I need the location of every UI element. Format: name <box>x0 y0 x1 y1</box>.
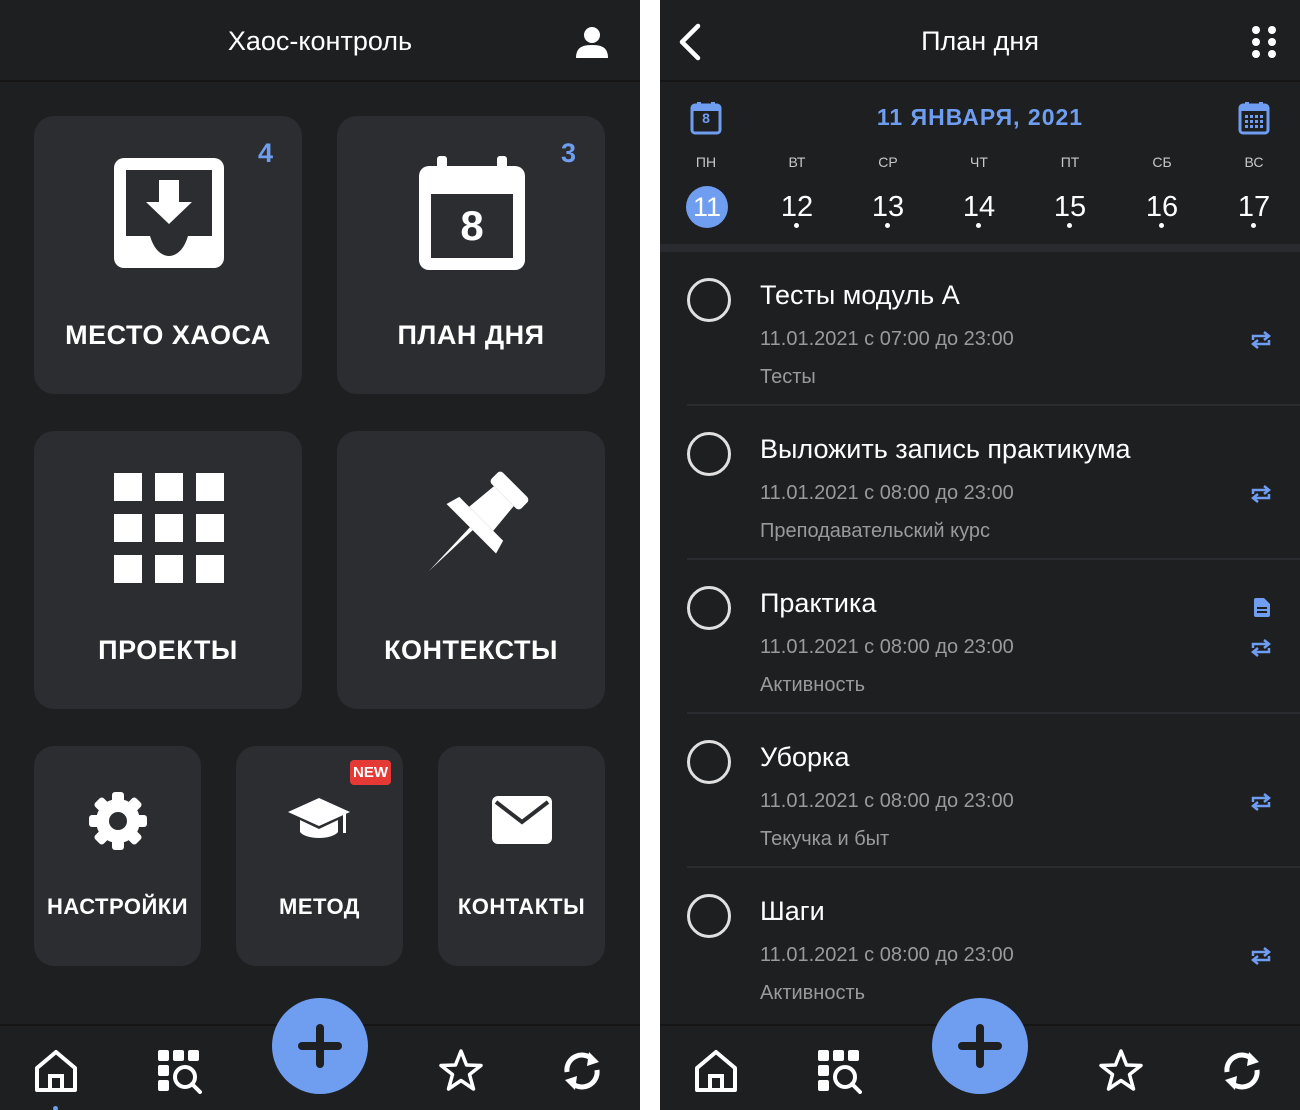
calendar-grid-icon[interactable] <box>1238 102 1270 135</box>
day-has-tasks-dot <box>1251 223 1256 228</box>
gear-icon <box>89 792 147 850</box>
task-title: Практика <box>760 588 877 618</box>
task-context: Активность <box>760 982 866 1004</box>
pin-icon <box>428 471 529 572</box>
task-item[interactable]: Уборка 11.01.2021 с 08:00 до 23:00 Текуч… <box>660 714 1300 868</box>
tile-contexts[interactable]: КОНТЕКСТЫ <box>337 431 605 709</box>
day-button[interactable]: 13 <box>858 188 918 226</box>
active-tab-indicator <box>53 1106 58 1110</box>
day-button[interactable]: 14 <box>949 188 1009 226</box>
inbox-icon <box>114 158 224 268</box>
task-context: Тесты <box>760 366 816 388</box>
tile-contexts-label: КОНТЕКСТЫ <box>384 635 558 665</box>
task-title: Шаги <box>760 896 825 926</box>
grid-icon <box>114 473 224 583</box>
sync-icon[interactable] <box>559 1048 605 1094</box>
plus-icon <box>958 1024 1002 1068</box>
tile-day-plan[interactable]: 8 3 ПЛАН ДНЯ <box>337 116 605 394</box>
weekday-label: СР <box>878 154 898 170</box>
task-time: 11.01.2021 с 08:00 до 23:00 <box>760 944 1014 966</box>
graduation-cap-icon <box>288 798 350 838</box>
weekday-label: ПН <box>695 154 717 170</box>
day-button[interactable]: 12 <box>767 188 827 226</box>
day-has-tasks-dot <box>885 223 890 228</box>
document-icon <box>1254 598 1270 617</box>
tile-chaos-place[interactable]: 4 МЕСТО ХАОСА <box>34 116 302 394</box>
tile-contacts[interactable]: КОНТАКТЫ <box>438 746 605 966</box>
repeat-icon <box>1250 639 1272 657</box>
day-button[interactable]: 17 <box>1224 188 1284 226</box>
plan-title: План дня <box>921 26 1039 56</box>
user-icon[interactable] <box>572 22 612 62</box>
new-badge: NEW <box>350 760 391 785</box>
weekday-label: ВТ <box>788 154 806 170</box>
search-list-icon[interactable] <box>156 1048 202 1094</box>
task-time: 11.01.2021 с 08:00 до 23:00 <box>760 790 1014 812</box>
day-button[interactable]: 16 <box>1132 188 1192 226</box>
sync-icon[interactable] <box>1219 1048 1265 1094</box>
week-divider <box>660 244 1300 252</box>
home-header: Хаос-контроль <box>0 0 640 82</box>
add-button[interactable] <box>272 998 368 1094</box>
day-plan-screen: План дня 8 11 ЯНВАРЯ, 2021 ПН ВТ СР ЧТ П… <box>660 0 1300 1110</box>
calendar-icon-number: 8 <box>460 202 484 249</box>
task-context: Текучка и быт <box>760 828 890 850</box>
home-screen: Хаос-контроль 4 МЕСТО ХАОСА 8 3 ПЛАН ДНЯ <box>0 0 640 1110</box>
home-icon[interactable] <box>693 1048 739 1094</box>
repeat-icon <box>1250 331 1272 349</box>
task-title: Тесты модуль А <box>760 280 960 310</box>
day-button[interactable]: 15 <box>1040 188 1100 226</box>
task-context: Активность <box>760 674 866 696</box>
repeat-icon <box>1250 947 1272 965</box>
app-title: Хаос-контроль <box>227 26 413 56</box>
task-checkbox[interactable] <box>687 894 731 938</box>
task-time: 11.01.2021 с 07:00 до 23:00 <box>760 328 1014 350</box>
task-checkbox[interactable] <box>687 432 731 476</box>
tile-settings-label: НАСТРОЙКИ <box>46 894 189 919</box>
task-item[interactable]: Тесты модуль А 11.01.2021 с 07:00 до 23:… <box>660 252 1300 406</box>
tile-method-label: МЕТОД <box>279 894 360 919</box>
plus-icon <box>298 1024 342 1068</box>
weekday-label: ЧТ <box>970 154 988 170</box>
repeat-icon <box>1250 485 1272 503</box>
task-item[interactable]: Выложить запись практикума 11.01.2021 с … <box>660 406 1300 560</box>
day-has-tasks-dot <box>1159 223 1164 228</box>
day-has-tasks-dot <box>976 223 981 228</box>
star-icon[interactable] <box>1098 1048 1144 1094</box>
dayplan-count-badge: 3 <box>561 138 577 168</box>
chaos-count-badge: 4 <box>258 138 274 168</box>
task-time: 11.01.2021 с 08:00 до 23:00 <box>760 636 1014 658</box>
tile-contacts-label: КОНТАКТЫ <box>457 894 586 919</box>
mail-icon <box>492 796 552 844</box>
weekday-label: ПТ <box>1060 154 1080 170</box>
plan-header: План дня <box>660 0 1300 82</box>
tile-projects[interactable]: ПРОЕКТЫ <box>34 431 302 709</box>
day-has-tasks-dot <box>1067 223 1072 228</box>
tile-projects-label: ПРОЕКТЫ <box>98 635 238 665</box>
star-icon[interactable] <box>438 1048 484 1094</box>
weekday-label: СБ <box>1152 154 1172 170</box>
tile-method[interactable]: NEW МЕТОД <box>236 746 403 966</box>
search-list-icon[interactable] <box>816 1048 862 1094</box>
task-time: 11.01.2021 с 08:00 до 23:00 <box>760 482 1014 504</box>
task-checkbox[interactable] <box>687 586 731 630</box>
task-title: Уборка <box>760 742 850 772</box>
date-title[interactable]: 11 ЯНВАРЯ, 2021 <box>660 104 1300 131</box>
weekday-label: ВС <box>1244 154 1264 170</box>
tile-settings[interactable]: НАСТРОЙКИ <box>34 746 201 966</box>
dots-grid-icon[interactable] <box>1244 22 1284 62</box>
tile-chaos-label: МЕСТО ХАОСА <box>65 320 271 350</box>
task-context: Преподавательский курс <box>760 520 991 542</box>
day-selected[interactable]: 11 <box>677 188 737 226</box>
add-task-button[interactable] <box>932 998 1028 1094</box>
task-title: Выложить запись практикума <box>760 434 1131 464</box>
task-checkbox[interactable] <box>687 740 731 784</box>
day-has-tasks-dot <box>794 223 799 228</box>
task-item[interactable]: Практика 11.01.2021 с 08:00 до 23:00 Акт… <box>660 560 1300 714</box>
task-checkbox[interactable] <box>687 278 731 322</box>
home-icon[interactable] <box>33 1048 79 1094</box>
repeat-icon <box>1250 793 1272 811</box>
tile-day-plan-label: ПЛАН ДНЯ <box>397 320 545 350</box>
